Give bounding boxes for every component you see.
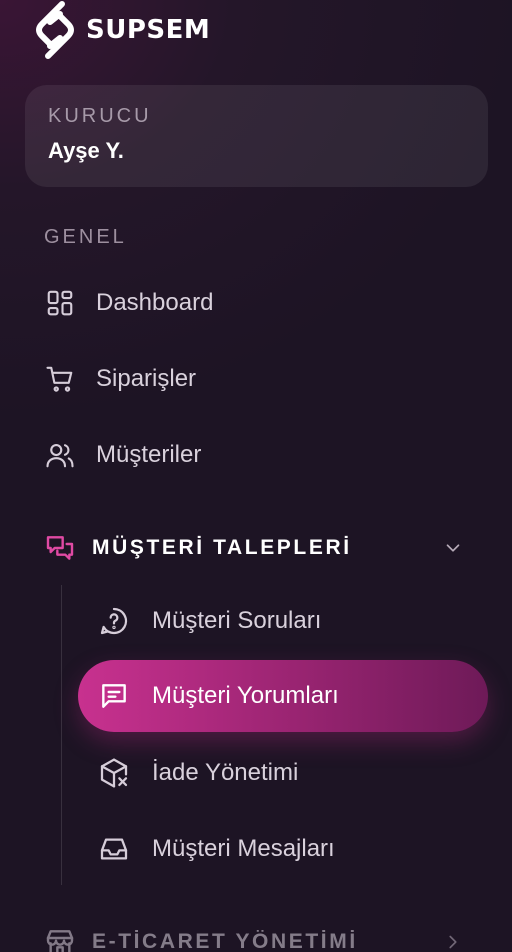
dashboard-icon: [44, 287, 76, 319]
brand-logo[interactable]: SUPSEM: [32, 0, 210, 60]
inbox-icon: [100, 838, 128, 860]
nav-item-label: Müşteriler: [96, 441, 202, 468]
group-ecommerce-management[interactable]: E-TİCARET YÖNETİMİ: [44, 920, 474, 952]
section-label-general: GENEL: [44, 226, 127, 248]
nav-item-orders[interactable]: Siparişler: [44, 357, 464, 401]
chevron-right-icon[interactable]: [442, 931, 464, 952]
package-x-icon: [100, 758, 128, 788]
nav-item-label: Dashboard: [96, 289, 214, 316]
group-title: E-TİCARET YÖNETİMİ: [92, 930, 358, 952]
store-icon: [46, 930, 74, 952]
user-name: Ayşe Y.: [48, 138, 124, 163]
group-customer-requests[interactable]: MÜŞTERİ TALEPLERİ: [44, 526, 474, 570]
sidebar: SUPSEM KURUCU Ayşe Y. GENEL Dashboard Si…: [0, 0, 512, 952]
user-card[interactable]: KURUCU Ayşe Y.: [25, 85, 488, 187]
cart-icon: [44, 363, 76, 395]
user-role: KURUCU: [48, 105, 152, 127]
sub-item-label: Müşteri Mesajları: [152, 835, 335, 862]
sub-item-label: Müşteri Yorumları: [152, 682, 339, 709]
chat-bubbles-icon: [46, 536, 74, 560]
nav-item-dashboard[interactable]: Dashboard: [44, 281, 464, 325]
sub-item-customer-messages[interactable]: Müşteri Mesajları: [98, 827, 478, 871]
sub-item-returns[interactable]: İade Yönetimi: [98, 751, 478, 795]
question-chat-icon: [100, 607, 128, 635]
users-icon: [44, 439, 76, 471]
sub-item-customer-reviews[interactable]: Müşteri Yorumları: [78, 660, 488, 732]
nav-item-label: Siparişler: [96, 365, 197, 392]
group-title: MÜŞTERİ TALEPLERİ: [92, 536, 352, 559]
sub-item-customer-questions[interactable]: Müşteri Soruları: [98, 599, 478, 643]
brand-name: SUPSEM: [86, 15, 211, 45]
nav-item-customers[interactable]: Müşteriler: [44, 433, 464, 477]
sub-item-label: Müşteri Soruları: [152, 607, 322, 634]
chevron-down-icon[interactable]: [442, 537, 464, 559]
supsem-logo-icon: [36, 1, 74, 59]
message-square-icon: [102, 684, 126, 708]
sub-item-label: İade Yönetimi: [152, 759, 299, 786]
tree-line: [61, 585, 62, 885]
